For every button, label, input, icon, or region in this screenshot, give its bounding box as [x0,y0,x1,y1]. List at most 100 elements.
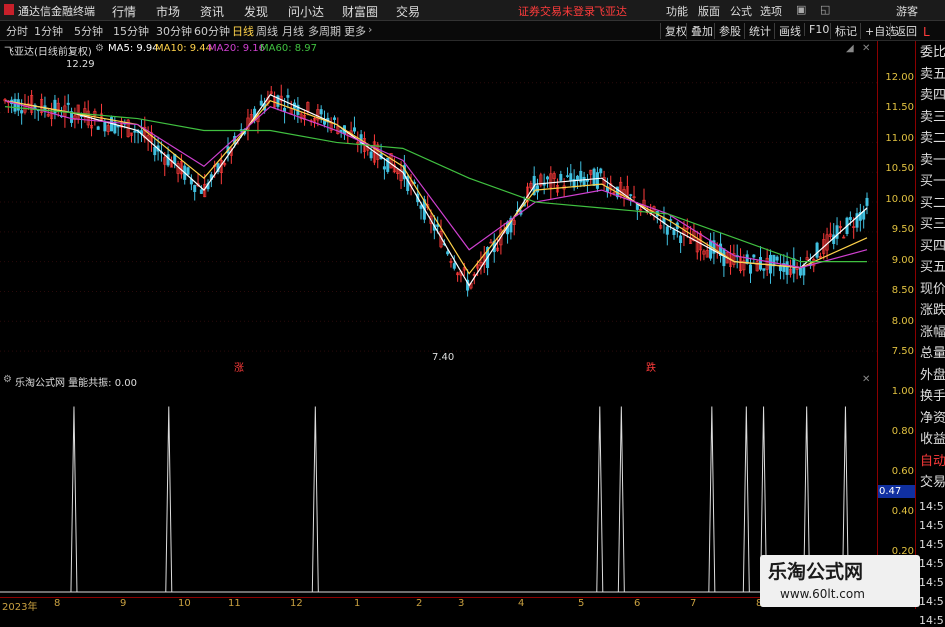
menu-item-trade[interactable]: 交易 [396,3,420,20]
candle-body [193,185,197,192]
candle-body [592,168,596,186]
x-tick: 5 [578,598,585,609]
chevron-right-icon[interactable]: › [368,23,372,36]
tab-5min[interactable]: 5分钟 [74,23,103,39]
ma60-label: MA60: 8.97 [260,43,318,54]
tab-15min[interactable]: 15分钟 [113,23,149,39]
toolbar-back[interactable]: 返回 [890,23,917,39]
x-tick: 6 [634,598,641,609]
low-price-marker: 7.40 [432,352,455,363]
ind-y-tick: 0.60 [891,466,914,477]
tab-weekly[interactable]: 周线 [256,23,278,39]
tab-60min[interactable]: 60分钟 [194,23,230,39]
menu-bar: 通达信金融终端 行情 市场 资讯 发现 问小达 财富圈 交易 证券交易未登录 飞… [0,0,945,21]
side-item: 卖二 [920,131,945,146]
tab-timeshare[interactable]: 分时 [6,23,28,39]
candle-body [752,254,756,258]
candle-body [536,185,540,193]
watermark-url: www.60lt.com [780,587,865,601]
toolbar-mark[interactable]: 标记 [830,23,857,39]
side-item: 买四 [920,238,945,254]
candle-body [749,264,753,274]
toolbar-adjust[interactable]: 复权 [660,23,687,39]
tab-1min[interactable]: 1分钟 [34,23,63,39]
tab-multi-period[interactable]: 多周期 [308,23,341,39]
menu-formula[interactable]: 公式 [730,3,752,19]
menu-options[interactable]: 选项 [760,3,782,19]
toolbar-overlay[interactable]: 叠加 [686,23,713,39]
menu-item-discover[interactable]: 发现 [244,3,268,20]
y-tick: 10.00 [885,194,914,205]
period-bar: 分时 1分钟 5分钟 15分钟 30分钟 60分钟 日线 周线 月线 多周期 更… [0,21,945,41]
side-item: 涨跌 [920,303,945,318]
y-tick: 11.00 [885,133,914,144]
candle-body [565,175,569,177]
menu-item-quotes[interactable]: 行情 [112,3,136,20]
candle-body [599,168,603,174]
ma10-label: MA10: 9.44 [155,43,213,54]
side-collapse-button[interactable]: L [923,25,930,39]
x-tick: 10 [178,598,191,609]
lock-icon[interactable]: ▣ [796,3,806,16]
tab-30min[interactable]: 30分钟 [156,23,192,39]
side-time: 14:5 [919,557,944,570]
candle-body [319,109,323,115]
toolbar-shares[interactable]: 参股 [714,23,741,39]
candle-body [569,173,573,182]
side-item: 外盘 [920,367,945,383]
y-tick: 7.50 [891,346,914,357]
stock-name-header: 飞亚达 [594,5,627,18]
side-time: 14:5 [919,595,944,608]
side-item[interactable]: 自动 [920,451,945,472]
side-time: 14:5 [919,614,944,627]
candle-body [153,146,157,156]
candle-body [785,261,789,275]
login-warning[interactable]: 证券交易未登录 [518,3,595,19]
menu-item-market[interactable]: 市场 [156,3,180,20]
menu-layout[interactable]: 版面 [698,3,720,19]
y-axis: 12.00 11.50 11.00 10.50 10.00 9.50 9.00 … [877,41,916,597]
x-tick: 11 [228,598,241,609]
menu-function[interactable]: 功能 [666,3,688,19]
close-icon[interactable]: ✕ [862,43,870,54]
ma5-label: MA5: 9.94 [108,43,159,54]
tab-more[interactable]: 更多 [344,23,366,39]
menu-item-news[interactable]: 资讯 [200,3,224,20]
candle-body [332,117,336,120]
indicator-panel[interactable]: ⚙ 乐淘公式网 量能共振: 0.00 ✕ [0,372,877,597]
ind-y-tick: 0.80 [891,426,914,437]
candle-body [835,225,839,239]
side-item: 买三 [920,217,945,232]
toolbar-draw[interactable]: 画线 [774,23,801,39]
ma20-label: MA20: 9.16 [208,43,266,54]
candle-body [582,176,586,186]
chart-settings-icon[interactable]: ⚙ [95,43,104,54]
x-tick: 1 [354,598,361,609]
toolbar-f10[interactable]: F10 [804,23,829,36]
side-item: 买二 [920,195,945,211]
side-item[interactable]: 交易 [920,472,945,493]
indicator-spike [311,406,319,593]
candle-body [352,127,356,132]
user-label[interactable]: 游客 [896,3,918,19]
candle-body [815,242,819,258]
menu-item-ask[interactable]: 问小达 [288,3,324,20]
side-item: 涨幅 [920,324,945,340]
indicator-close-icon[interactable]: ✕ [862,374,870,385]
restore-icon[interactable]: ◱ [820,3,830,16]
x-tick: 4 [518,598,525,609]
candle-body [768,254,772,274]
price-chart[interactable]: 飞亚达(日线前复权) ⚙ MA5: 9.94 MA10: 9.44 MA20: … [0,41,877,374]
tab-monthly[interactable]: 月线 [282,23,304,39]
y-tick: 9.50 [891,224,914,235]
side-item: 卖一 [920,152,945,168]
toolbar-stats[interactable]: 统计 [744,23,771,39]
candle-body [762,268,766,271]
indicator-settings-icon[interactable]: ⚙ [3,374,12,385]
expand-icon[interactable]: ◢ [846,43,854,54]
candle-body [559,174,563,181]
x-tick: 7 [690,598,697,609]
candle-body [113,121,117,134]
tab-daily[interactable]: 日线 [232,23,254,39]
menu-item-wealth[interactable]: 财富圈 [342,3,378,20]
